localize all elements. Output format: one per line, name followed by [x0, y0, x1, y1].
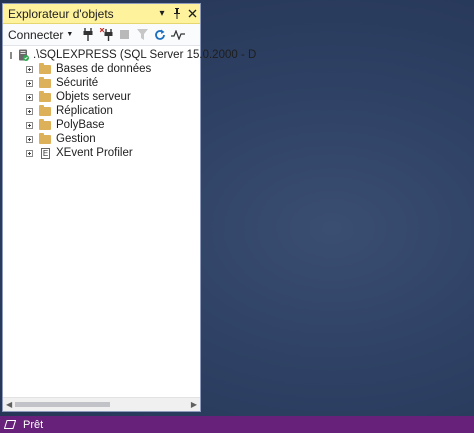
connect-label: Connecter	[8, 27, 64, 42]
tree-node-label: Sécurité	[56, 77, 99, 89]
scroll-left-icon[interactable]: ◀	[6, 400, 12, 409]
horizontal-scrollbar[interactable]: ◀ ▶	[3, 397, 200, 411]
expand-toggle-icon[interactable]	[26, 79, 33, 87]
tree-node-server[interactable]: .\SQLEXPRESS (SQL Server 15.0.2000 - D	[3, 48, 256, 62]
folder-icon	[39, 76, 51, 88]
folder-icon	[39, 62, 51, 74]
tree-node-polybase[interactable]: PolyBase	[3, 118, 200, 132]
tree-node-security[interactable]: Sécurité	[3, 76, 200, 90]
refresh-icon[interactable]	[153, 27, 167, 43]
close-icon[interactable]	[185, 6, 199, 22]
tree-node-management[interactable]: Gestion	[3, 132, 200, 146]
activity-monitor-icon[interactable]	[171, 27, 186, 43]
folder-icon	[39, 118, 51, 130]
object-explorer-toolbar: Connecter ▼	[3, 24, 200, 46]
scrollbar-thumb[interactable]	[15, 402, 110, 407]
status-ready-icon	[3, 420, 17, 429]
connect-plug-icon[interactable]	[81, 27, 95, 43]
folder-icon	[39, 104, 51, 116]
expand-toggle-icon[interactable]	[26, 121, 33, 129]
object-explorer-title-bar: Explorateur d'objets ▾	[3, 4, 200, 24]
pin-icon[interactable]	[170, 6, 184, 22]
connect-button[interactable]: Connecter ▼	[8, 28, 73, 42]
tree-node-label: XEvent Profiler	[56, 147, 133, 159]
tree-node-server-objects[interactable]: Objets serveur	[3, 90, 200, 104]
xevent-icon: E	[41, 147, 50, 159]
window-position-dropdown-icon[interactable]: ▾	[155, 6, 169, 22]
scroll-right-icon[interactable]: ▶	[191, 400, 197, 409]
filter-icon[interactable]	[135, 27, 149, 43]
tree-node-replication[interactable]: Réplication	[3, 104, 200, 118]
object-explorer-title: Explorateur d'objets	[8, 6, 114, 21]
tree-node-label: .\SQLEXPRESS (SQL Server 15.0.2000 - D	[33, 49, 257, 61]
folder-icon	[39, 132, 51, 144]
collapse-toggle-icon[interactable]	[10, 51, 12, 59]
tree-node-label: PolyBase	[56, 119, 105, 131]
expand-toggle-icon[interactable]	[26, 135, 33, 143]
database-server-icon	[18, 49, 29, 61]
object-explorer-tree: .\SQLEXPRESS (SQL Server 15.0.2000 - D B…	[3, 46, 256, 160]
stop-icon[interactable]	[117, 27, 131, 43]
tree-node-label: Réplication	[56, 105, 113, 117]
status-text: Prêt	[23, 418, 44, 431]
tree-node-label: Gestion	[56, 133, 96, 145]
tree-node-databases[interactable]: Bases de données	[3, 62, 200, 76]
folder-icon	[39, 90, 51, 102]
expand-toggle-icon[interactable]	[26, 107, 33, 115]
expand-toggle-icon[interactable]	[26, 65, 33, 73]
expand-toggle-icon[interactable]	[26, 149, 33, 157]
status-bar: Prêt	[0, 416, 474, 433]
disconnect-icon[interactable]	[99, 27, 113, 43]
expand-toggle-icon[interactable]	[26, 93, 33, 101]
chevron-down-icon: ▼	[66, 31, 74, 38]
object-explorer-panel: Explorateur d'objets ▾ Connecter ▼ .\SQL…	[2, 3, 256, 412]
tree-node-label: Objets serveur	[56, 91, 131, 103]
tree-node-label: Bases de données	[56, 63, 152, 75]
tree-node-xevent-profiler[interactable]: E XEvent Profiler	[3, 146, 200, 160]
